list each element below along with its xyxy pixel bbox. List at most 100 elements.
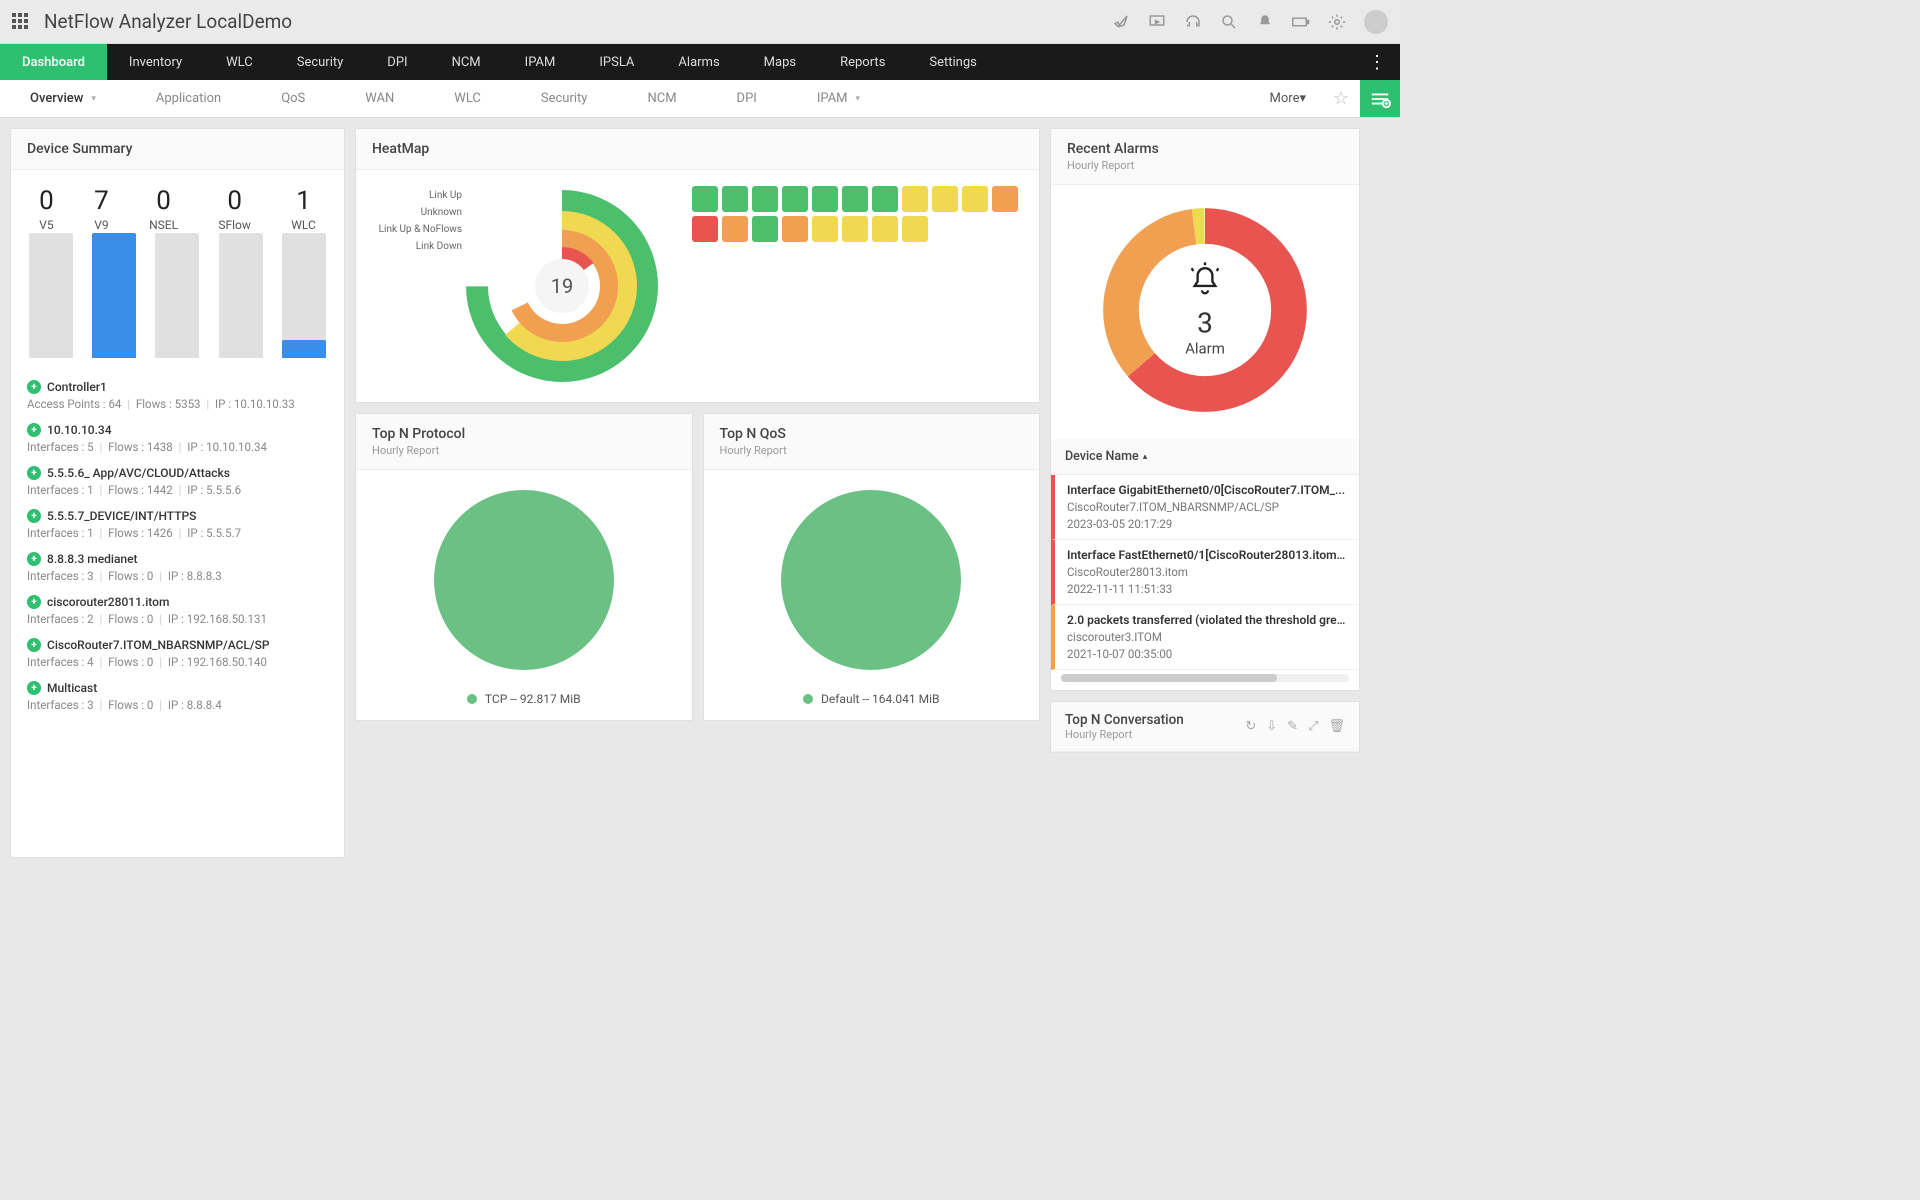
heatmap-cell[interactable] <box>902 216 928 242</box>
chevron-down-icon: ▾ <box>91 94 96 104</box>
presentation-icon[interactable] <box>1148 13 1166 31</box>
gear-icon[interactable] <box>1328 13 1346 31</box>
expand-icon[interactable]: ⤢ <box>1308 719 1318 734</box>
status-up-icon: + <box>27 423 41 437</box>
status-up-icon: + <box>27 595 41 609</box>
delete-icon[interactable]: 🗑 <box>1328 719 1345 734</box>
legend-swatch <box>467 694 477 704</box>
export-icon[interactable]: ⇩ <box>1266 719 1277 734</box>
device-row[interactable]: +5.5.5.6_ App/AVC/CLOUD/AttacksInterface… <box>27 460 328 503</box>
subnav-item-qos[interactable]: QoS <box>251 80 335 117</box>
search-icon[interactable] <box>1220 13 1238 31</box>
device-row[interactable]: +ciscorouter28011.itomInterfaces : 2 | F… <box>27 589 328 632</box>
device-list: +Controller1Access Points : 64 | Flows :… <box>11 368 344 728</box>
alarm-table-header-label: Device Name <box>1065 449 1139 464</box>
heatmap-cell[interactable] <box>932 186 958 212</box>
heatmap-cell[interactable] <box>962 186 988 212</box>
mainnav-item-wlc[interactable]: WLC <box>204 44 275 80</box>
subnav-item-dpi[interactable]: DPI <box>707 80 787 117</box>
battery-icon[interactable] <box>1292 13 1310 31</box>
heatmap-cell[interactable] <box>692 216 718 242</box>
heatmap-legend: Link UpUnknownLink Up & NoFlowsLink Down <box>372 186 462 386</box>
apps-grid-icon[interactable] <box>12 13 30 31</box>
subnav-item-application[interactable]: Application <box>126 80 251 117</box>
mainnav-item-dpi[interactable]: DPI <box>365 44 429 80</box>
heatmap-cell[interactable] <box>872 186 898 212</box>
alarm-table-header[interactable]: Device Name▴ <box>1051 439 1359 475</box>
heatmap-legend-item: Link Down <box>372 241 462 252</box>
alarm-bell-icon <box>1185 262 1225 304</box>
top-protocol-card: Top N ProtocolHourly Report TCP -- 92.81… <box>355 413 693 721</box>
main-nav-more-icon[interactable]: ⋮ <box>1362 44 1392 80</box>
device-row[interactable]: +8.8.8.3 medianetInterfaces : 3 | Flows … <box>27 546 328 589</box>
mainnav-item-reports[interactable]: Reports <box>818 44 907 80</box>
headset-icon[interactable] <box>1184 13 1202 31</box>
refresh-icon[interactable]: ↻ <box>1245 719 1256 734</box>
subnav-item-overview[interactable]: Overview ▾ <box>0 80 126 117</box>
card-toolbar: ↻ ⇩ ✎ ⤢ 🗑 <box>1245 719 1345 734</box>
heatmap-cell[interactable] <box>992 186 1018 212</box>
alarm-label: Alarm <box>1185 340 1225 358</box>
heatmap-cell[interactable] <box>842 216 868 242</box>
mainnav-item-settings[interactable]: Settings <box>907 44 998 80</box>
heatmap-cell[interactable] <box>722 216 748 242</box>
alarm-row[interactable]: Interface GigabitEthernet0/0[CiscoRouter… <box>1051 475 1359 540</box>
heatmap-card: HeatMap Link UpUnknownLink Up & NoFlowsL… <box>355 128 1040 403</box>
add-widget-button[interactable] <box>1360 80 1400 117</box>
mainnav-item-ipsla[interactable]: IPSLA <box>577 44 656 80</box>
top-qos-legend: Default -- 164.041 MiB <box>803 692 939 706</box>
rocket-icon[interactable] <box>1112 13 1130 31</box>
mainnav-item-maps[interactable]: Maps <box>742 44 818 80</box>
mainnav-item-security[interactable]: Security <box>275 44 366 80</box>
edit-icon[interactable]: ✎ <box>1287 719 1298 734</box>
sub-nav-more[interactable]: More ▾ <box>1254 80 1322 117</box>
stat-V9: 7V9 <box>94 186 109 232</box>
status-up-icon: + <box>27 552 41 566</box>
heatmap-cell[interactable] <box>842 186 868 212</box>
dashboard-content: Device Summary 0V57V90NSEL0SFlow1WLC +Co… <box>0 118 1400 868</box>
top-protocol-subtitle: Hourly Report <box>372 444 676 457</box>
heatmap-cell[interactable] <box>782 216 808 242</box>
top-protocol-pie <box>434 490 614 670</box>
mainnav-item-alarms[interactable]: Alarms <box>656 44 741 80</box>
status-up-icon: + <box>27 380 41 394</box>
avatar[interactable] <box>1364 10 1388 34</box>
bar-V5 <box>29 233 73 358</box>
heatmap-cell[interactable] <box>812 186 838 212</box>
stat-NSEL: 0NSEL <box>149 186 178 232</box>
bar-WLC <box>282 233 326 358</box>
mainnav-item-ncm[interactable]: NCM <box>430 44 503 80</box>
subnav-item-ipam[interactable]: IPAM ▾ <box>787 80 890 117</box>
mainnav-item-ipam[interactable]: IPAM <box>503 44 578 80</box>
device-row[interactable]: +10.10.10.34Interfaces : 5 | Flows : 143… <box>27 417 328 460</box>
device-row[interactable]: +MulticastInterfaces : 3 | Flows : 0 | I… <box>27 675 328 718</box>
heatmap-cell[interactable] <box>902 186 928 212</box>
heatmap-cell[interactable] <box>812 216 838 242</box>
device-row[interactable]: +CiscoRouter7.ITOM_NBARSNMP/ACL/SPInterf… <box>27 632 328 675</box>
device-row[interactable]: +5.5.5.7_DEVICE/INT/HTTPSInterfaces : 1 … <box>27 503 328 546</box>
heatmap-cell[interactable] <box>782 186 808 212</box>
alarm-row[interactable]: 2.0 packets transferred (violated the th… <box>1051 605 1359 670</box>
mainnav-item-dashboard[interactable]: Dashboard <box>0 44 107 80</box>
legend-label: TCP -- 92.817 MiB <box>485 692 581 706</box>
device-summary-stats: 0V57V90NSEL0SFlow1WLC <box>11 170 344 238</box>
subnav-item-ncm[interactable]: NCM <box>617 80 706 117</box>
heatmap-cell[interactable] <box>752 186 778 212</box>
heatmap-cell[interactable] <box>722 186 748 212</box>
stat-WLC: 1WLC <box>291 186 316 232</box>
subnav-item-wlc[interactable]: WLC <box>424 80 511 117</box>
mainnav-item-inventory[interactable]: Inventory <box>107 44 204 80</box>
favorite-icon[interactable]: ☆ <box>1322 80 1360 117</box>
status-up-icon: + <box>27 466 41 480</box>
subnav-item-security[interactable]: Security <box>511 80 618 117</box>
subnav-item-wan[interactable]: WAN <box>335 80 424 117</box>
horizontal-scrollbar[interactable] <box>1061 674 1349 682</box>
bell-icon[interactable] <box>1256 13 1274 31</box>
device-row[interactable]: +Controller1Access Points : 64 | Flows :… <box>27 374 328 417</box>
heatmap-cell[interactable] <box>692 186 718 212</box>
top-conversation-card: Top N Conversation Hourly Report ↻ ⇩ ✎ ⤢… <box>1050 701 1360 753</box>
heatmap-cell[interactable] <box>872 216 898 242</box>
top-conversation-title: Top N Conversation <box>1065 712 1184 728</box>
heatmap-cell[interactable] <box>752 216 778 242</box>
alarm-row[interactable]: Interface FastEthernet0/1[CiscoRouter280… <box>1051 540 1359 605</box>
